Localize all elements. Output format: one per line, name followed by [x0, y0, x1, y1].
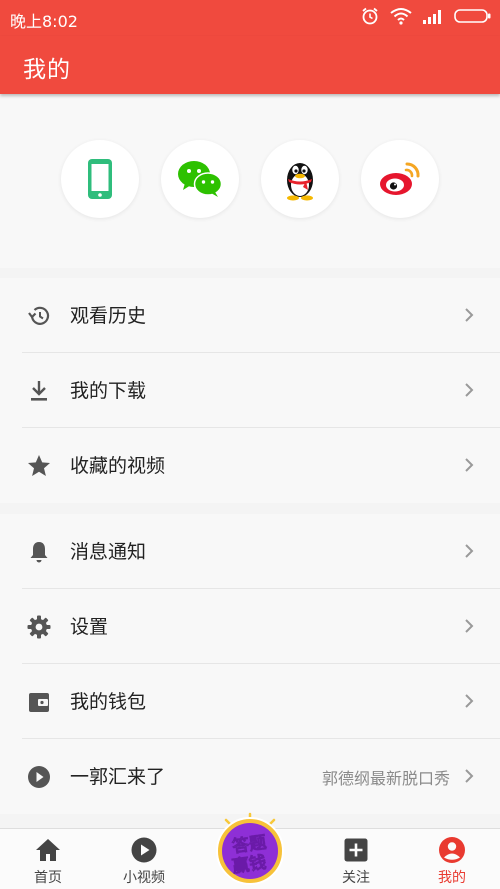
menu-item-label: 消息通知 — [70, 541, 147, 563]
menu-item-label: 一郭汇来了 — [70, 766, 166, 788]
chevron-right-icon — [465, 769, 474, 783]
weibo-icon — [380, 162, 420, 195]
phone-login-button[interactable] — [61, 140, 139, 218]
menu-group-library: 观看历史 我的下载 收藏的视频 — [0, 278, 500, 503]
tab-label: 小视频 — [123, 870, 165, 886]
menu-item-history[interactable]: 观看历史 — [0, 278, 500, 353]
menu-item-settings[interactable]: 设置 — [0, 589, 500, 664]
chevron-right-icon — [465, 544, 474, 558]
app-bar: 我的 — [0, 36, 500, 94]
menu-item-guo-show[interactable]: 一郭汇来了 郭德纲最新脱口秀 — [0, 739, 500, 814]
wechat-login-button[interactable] — [161, 140, 239, 218]
status-time: 晚上8:02 — [10, 12, 78, 31]
wifi-icon — [390, 8, 412, 25]
status-bar: 晚上8:02 — [0, 0, 500, 36]
phone-icon — [88, 159, 112, 199]
chevron-right-icon — [465, 619, 474, 633]
login-options — [0, 94, 500, 268]
chevron-right-icon — [465, 383, 474, 397]
menu-item-label: 观看历史 — [70, 305, 147, 327]
status-icons — [360, 6, 492, 26]
menu-item-downloads[interactable]: 我的下载 — [0, 353, 500, 428]
gear-icon — [27, 615, 51, 639]
menu-item-subtitle: 郭德纲最新脱口秀 — [321, 769, 450, 788]
chevron-right-icon — [465, 694, 474, 708]
history-icon — [28, 306, 50, 325]
bell-icon — [30, 542, 48, 563]
tab-label: 首页 — [34, 870, 62, 886]
qq-penguin-icon — [287, 163, 313, 201]
play-circle-icon — [28, 766, 50, 788]
menu-item-wallet[interactable]: 我的钱包 — [0, 664, 500, 739]
play-icon — [131, 837, 157, 863]
wechat-icon — [178, 161, 223, 197]
menu-item-label: 我的钱包 — [70, 691, 147, 713]
menu-group-settings: 消息通知 设置 我的钱包 一郭汇来了 郭德纲最新脱口秀 — [0, 514, 500, 814]
battery-icon — [454, 9, 491, 23]
home-icon — [36, 839, 60, 861]
star-icon — [28, 455, 50, 476]
alarm-icon — [362, 7, 378, 25]
menu-item-label: 设置 — [70, 616, 109, 638]
plus-box-icon — [344, 838, 368, 862]
menu-item-label: 我的下载 — [70, 380, 147, 402]
qq-login-button[interactable] — [261, 140, 339, 218]
user-icon — [439, 837, 465, 863]
tab-label: 关注 — [342, 870, 370, 886]
chevron-right-icon — [465, 308, 474, 322]
menu-item-notifications[interactable]: 消息通知 — [0, 514, 500, 589]
weibo-login-button[interactable] — [361, 140, 439, 218]
quiz-money-badge[interactable]: 答题 赢钱 — [212, 812, 288, 886]
tab-home[interactable]: 首页 — [0, 829, 96, 889]
page-title: 我的 — [23, 57, 71, 83]
wallet-icon — [29, 693, 49, 712]
download-icon — [31, 381, 47, 401]
chevron-right-icon — [465, 458, 474, 472]
tab-mine[interactable]: 我的 — [404, 829, 500, 889]
tab-follow[interactable]: 关注 — [308, 829, 404, 889]
tab-label: 我的 — [438, 870, 466, 886]
tab-short-video[interactable]: 小视频 — [96, 829, 192, 889]
signal-icon — [423, 10, 441, 24]
menu-item-favorites[interactable]: 收藏的视频 — [0, 428, 500, 503]
menu-item-label: 收藏的视频 — [70, 455, 166, 477]
